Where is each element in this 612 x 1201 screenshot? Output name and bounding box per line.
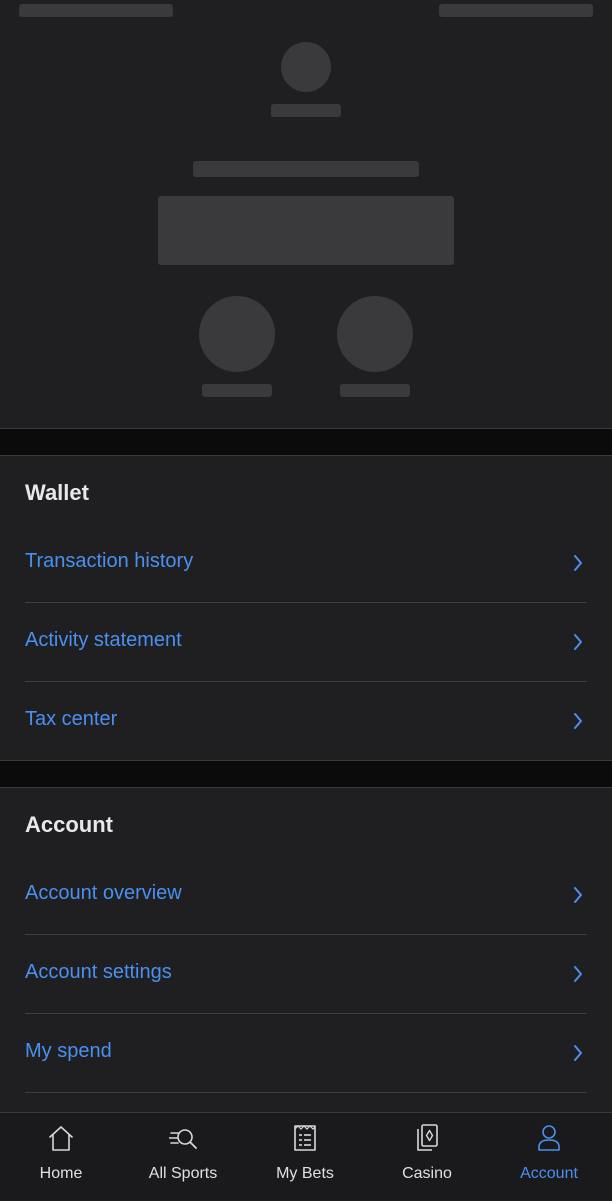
account-title: Account	[25, 812, 113, 837]
section-divider	[0, 428, 612, 456]
menu-item-label: Transaction history	[25, 550, 194, 572]
nav-label: Home	[39, 1165, 83, 1182]
section-divider	[0, 760, 612, 788]
username-placeholder	[271, 104, 341, 117]
menu-item-label: Tax center	[25, 708, 118, 730]
profile-header-skeleton	[0, 0, 612, 428]
wallet-title: Wallet	[25, 480, 89, 505]
nav-label: Account	[520, 1165, 578, 1182]
search-sports-icon	[169, 1129, 197, 1149]
chevron-right-icon	[574, 966, 582, 982]
balance-value-placeholder	[158, 196, 454, 265]
wallet-section: Wallet Transaction history Activity stat…	[0, 456, 612, 760]
nav-label: All Sports	[148, 1165, 218, 1182]
menu-item-transaction-history[interactable]: Transaction history	[25, 524, 587, 603]
chevron-right-icon	[574, 713, 582, 729]
bottom-nav: Home All Sports My Bets Casino Account	[0, 1112, 612, 1200]
menu-item-account-overview[interactable]: Account overview	[25, 856, 587, 935]
menu-item-label: Account settings	[25, 961, 172, 983]
action-button-placeholder-right	[337, 296, 413, 372]
menu-item-label: Activity statement	[25, 629, 182, 651]
action-label-placeholder-right	[340, 384, 410, 397]
nav-home[interactable]: Home	[0, 1113, 122, 1201]
nav-label: Casino	[402, 1165, 452, 1182]
nav-all-sports[interactable]: All Sports	[122, 1113, 244, 1201]
person-icon	[538, 1125, 560, 1151]
avatar-placeholder	[281, 42, 331, 92]
menu-item-tax-center[interactable]: Tax center	[25, 682, 587, 761]
nav-account[interactable]: Account	[488, 1113, 610, 1201]
status-bar-left-placeholder	[19, 4, 173, 17]
bet-slip-icon	[294, 1125, 316, 1151]
chevron-right-icon	[574, 887, 582, 903]
action-label-placeholder-left	[202, 384, 272, 397]
nav-label: My Bets	[276, 1165, 334, 1182]
menu-item-label: My spend	[25, 1040, 112, 1062]
chevron-right-icon	[574, 1045, 582, 1061]
menu-item-account-settings[interactable]: Account settings	[25, 935, 587, 1014]
nav-casino[interactable]: Casino	[366, 1113, 488, 1201]
menu-item-label: Account overview	[25, 882, 182, 904]
chevron-right-icon	[574, 634, 582, 650]
cards-icon	[417, 1124, 438, 1151]
balance-label-placeholder	[193, 161, 419, 177]
nav-my-bets[interactable]: My Bets	[244, 1113, 366, 1201]
home-icon	[49, 1126, 73, 1151]
menu-item-my-spend[interactable]: My spend	[25, 1014, 587, 1093]
account-section: Account Account overview Account setting…	[0, 788, 612, 1112]
menu-item-activity-statement[interactable]: Activity statement	[25, 603, 587, 682]
chevron-right-icon	[574, 555, 582, 571]
status-bar-right-placeholder	[439, 4, 593, 17]
action-button-placeholder-left	[199, 296, 275, 372]
